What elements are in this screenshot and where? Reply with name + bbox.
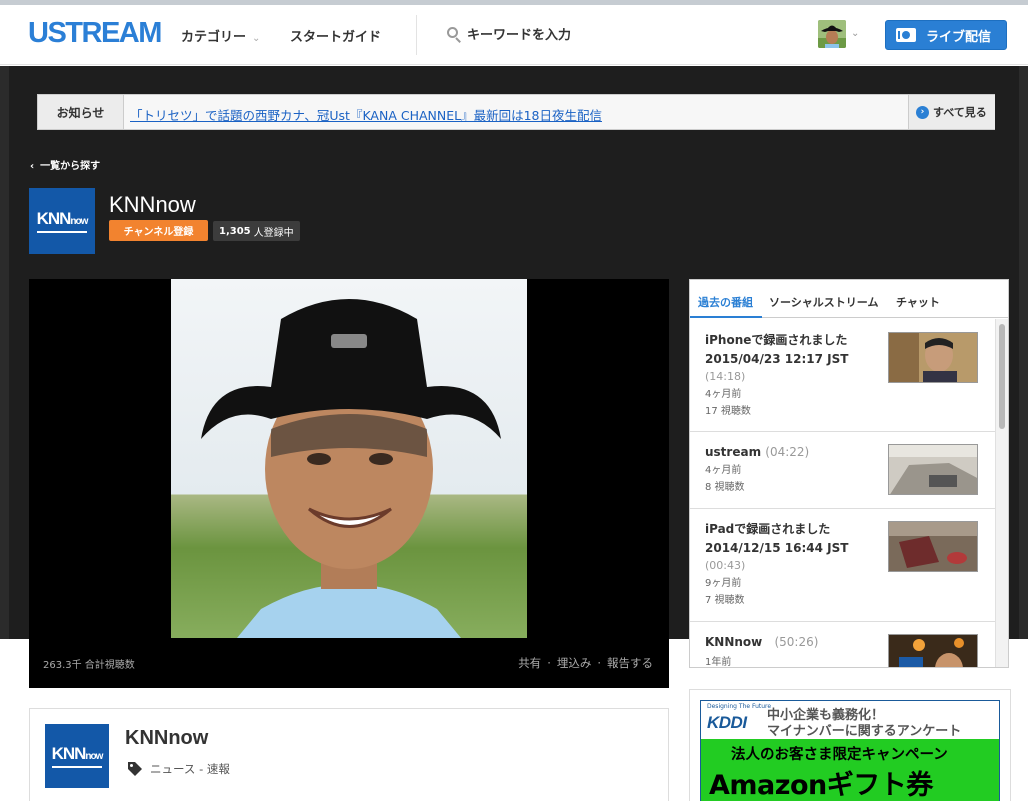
video-thumbnail[interactable]: [888, 521, 978, 572]
subscriber-suffix: 人登録中: [253, 227, 294, 239]
video-title: KNNnow: [705, 635, 763, 649]
tab-social-stream[interactable]: ソーシャルストリーム: [769, 294, 878, 310]
subscriber-count: 1,305 人登録中: [213, 221, 300, 241]
ad-campaign: 法人のお客さま限定キャンペーン: [731, 747, 948, 763]
ustream-logo[interactable]: USTREAM: [28, 17, 162, 50]
side-tabs: 過去の番組 ソーシャルストリーム チャット: [690, 280, 1008, 318]
active-tab-indicator: [690, 316, 762, 318]
video-title: ustream: [705, 445, 762, 459]
search-icon: [446, 27, 462, 43]
side-panel: 過去の番組 ソーシャルストリーム チャット iPhoneで録画されました 201…: [689, 279, 1009, 668]
video-views: 8 視聴数: [705, 482, 745, 493]
video-list: iPhoneで録画されました 2015/04/23 12:17 JST (14:…: [690, 319, 995, 667]
list-scrollbar[interactable]: [995, 319, 1008, 667]
video-duration: (04:22): [765, 445, 810, 459]
list-item[interactable]: KNNnow (50:26) 1年前: [690, 622, 995, 667]
chevron-down-icon: ⌄: [252, 33, 261, 44]
nav-category-label: カテゴリー: [181, 30, 247, 45]
share-link[interactable]: 共有: [518, 656, 541, 670]
total-views: 263.3千 合計視聴数: [43, 660, 135, 671]
video-thumbnail[interactable]: [888, 332, 978, 383]
video-title: iPadで録画されました 2014/12/15 16:44 JST: [705, 522, 849, 555]
video-duration: (14:18): [705, 370, 746, 383]
arrow-right-circle-icon: ›: [916, 105, 929, 119]
live-broadcast-button[interactable]: ライブ配信: [885, 20, 1007, 50]
notice-link[interactable]: 「トリセツ」で話題の西野カナ、冠Ust『KANA CHANNEL』最新回は18日…: [130, 105, 602, 124]
report-link[interactable]: 報告する: [607, 656, 653, 670]
video-views: 17 視聴数: [705, 406, 751, 417]
tab-past-programs[interactable]: 過去の番組: [698, 294, 753, 310]
tab-chat[interactable]: チャット: [896, 294, 940, 310]
back-link-label: 一覧から探す: [40, 161, 101, 172]
video-thumbnail[interactable]: [888, 444, 978, 495]
ad-headline-2: マイナンバーに関するアンケート: [767, 724, 962, 739]
user-avatar[interactable]: [818, 20, 846, 48]
list-item[interactable]: ustream (04:22) 4ヶ月前 8 視聴数: [690, 432, 995, 509]
ad-container: Designing The Future KDDI 中小企業も義務化！ マイナン…: [689, 689, 1011, 801]
header-divider: [416, 15, 417, 55]
player-actions: 共有 · 埋込み · 報告する: [518, 656, 653, 670]
video-title: iPhoneで録画されました 2015/04/23 12:17 JST: [705, 333, 849, 366]
ad-top: Designing The Future KDDI 中小企業も義務化！ マイナン…: [701, 701, 999, 739]
camera-icon: [896, 28, 916, 42]
list-item[interactable]: iPhoneで録画されました 2015/04/23 12:17 JST (14:…: [690, 319, 995, 432]
back-to-list-link[interactable]: ‹ 一覧から探す: [30, 157, 100, 172]
video-thumbnail[interactable]: [888, 634, 978, 667]
see-all-button[interactable]: › すべて見る: [908, 95, 995, 129]
search-input[interactable]: [467, 27, 727, 43]
ad-tagline: Designing The Future: [707, 703, 772, 710]
search-box[interactable]: [446, 25, 746, 45]
video-age: 4ヶ月前: [705, 465, 742, 476]
channel-card-title[interactable]: KNNnow: [125, 727, 208, 750]
channel-logo-text: KNNnow: [51, 744, 103, 768]
channel-card: KNNnow KNNnow ニュース - 速報: [29, 708, 669, 801]
video-player[interactable]: 263.3千 合計視聴数 共有 · 埋込み · 報告する: [29, 279, 669, 688]
video-title-row: ustream (04:22): [705, 443, 875, 462]
channel-title: KNNnow: [109, 192, 196, 217]
list-item[interactable]: iPadで録画されました 2014/12/15 16:44 JST (00:43…: [690, 509, 995, 622]
ad-banner[interactable]: Designing The Future KDDI 中小企業も義務化！ マイナン…: [700, 700, 1000, 801]
video-views: 7 視聴数: [705, 595, 745, 606]
account-chevron-down-icon[interactable]: ⌄: [851, 28, 859, 39]
video-title-row: KNNnow (50:26): [705, 633, 875, 652]
video-age: 1年前: [705, 657, 732, 667]
channel-category: ニュース - 速報: [127, 761, 230, 777]
ad-promo: 法人のお客さま限定キャンペーン Amazonギフト券: [701, 739, 999, 801]
embed-link[interactable]: 埋込み: [557, 656, 592, 670]
video-duration: (00:43): [705, 559, 746, 572]
ad-gift: Amazonギフト券: [709, 770, 933, 801]
notice-bar: お知らせ 「トリセツ」で話題の西野カナ、冠Ust『KANA CHANNEL』最新…: [37, 94, 995, 130]
video-age: 9ヶ月前: [705, 578, 742, 589]
scrollbar-thumb[interactable]: [999, 324, 1005, 429]
kddi-logo: KDDI: [707, 713, 747, 732]
see-all-label: すべて見る: [933, 106, 987, 119]
video-age: 4ヶ月前: [705, 389, 742, 400]
subscribe-button[interactable]: チャンネル登録: [109, 220, 208, 241]
channel-category-label[interactable]: ニュース - 速報: [150, 761, 230, 777]
nav-category[interactable]: カテゴリー ⌄: [181, 26, 260, 45]
subscriber-number: 1,305: [219, 225, 251, 237]
live-broadcast-label: ライブ配信: [926, 29, 992, 45]
video-frame[interactable]: [171, 279, 527, 638]
video-duration: (50:26): [774, 635, 819, 649]
channel-logo-text: KNNnow: [36, 209, 88, 233]
channel-card-logo[interactable]: KNNnow: [45, 724, 109, 788]
chevron-left-icon: ‹: [30, 161, 35, 172]
channel-logo: KNNnow: [29, 188, 95, 254]
tag-icon: [128, 762, 142, 776]
nav-start-guide[interactable]: スタートガイド: [290, 26, 381, 45]
notice-label: お知らせ: [38, 95, 124, 129]
site-header: USTREAM カテゴリー ⌄ スタートガイド ⌄ ライブ配信: [0, 5, 1028, 65]
